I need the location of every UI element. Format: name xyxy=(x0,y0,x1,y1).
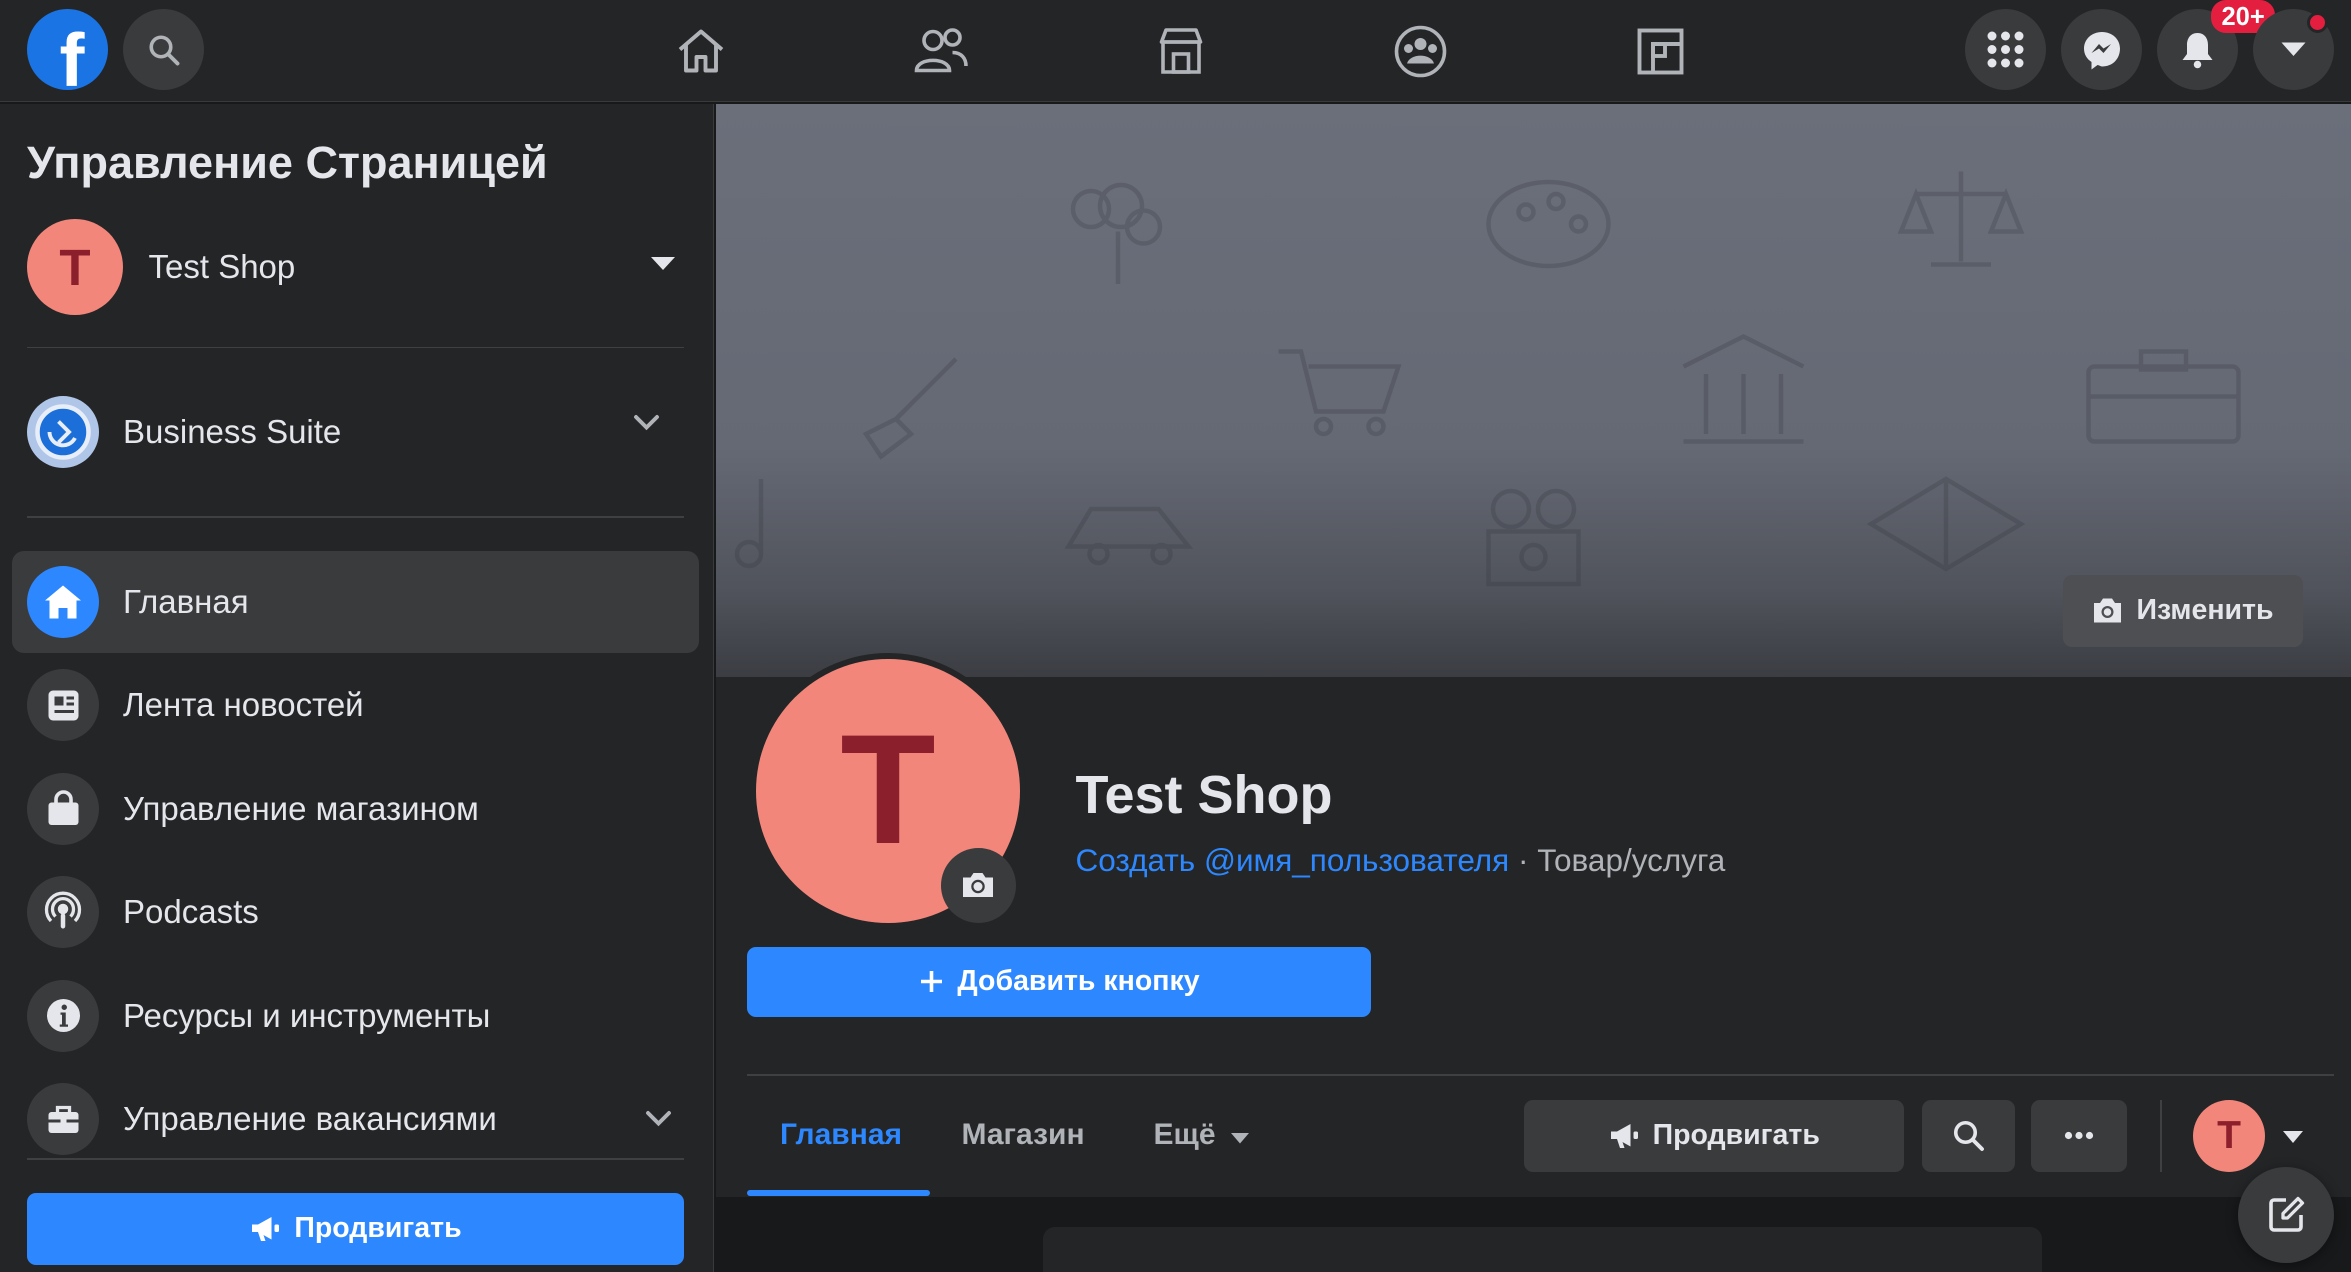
account-alert-dot xyxy=(2307,12,2328,33)
page-category: Товар/услуга xyxy=(1537,841,1726,878)
camera-icon xyxy=(963,873,993,897)
home-icon xyxy=(27,565,99,638)
news-feed-icon xyxy=(27,669,99,741)
sidebar-item-label: Главная xyxy=(123,582,249,620)
info-icon xyxy=(27,979,99,1052)
acting-as-avatar[interactable]: T xyxy=(2193,1099,2265,1172)
sidebar-item-label: Podcasts xyxy=(123,893,259,930)
sidebar-promote-label: Продвигать xyxy=(294,1212,462,1244)
home-icon xyxy=(678,29,723,73)
business-suite-label: Business Suite xyxy=(123,413,342,450)
sidebar-divider xyxy=(27,516,684,518)
tab-label: Ещё xyxy=(1153,1117,1216,1151)
shopping-bag-icon xyxy=(27,772,99,845)
nav-friends[interactable] xyxy=(908,18,974,84)
page-main-area: Изменить T Test Shop Создать @имя_пользо… xyxy=(715,103,2351,1272)
search-page-button[interactable] xyxy=(1921,1099,2015,1172)
search-icon xyxy=(1953,1120,1984,1151)
page-switcher[interactable]: T Test Shop xyxy=(27,218,687,317)
sidebar-item-home[interactable]: Главная xyxy=(12,550,699,653)
sidebar-item-shop[interactable]: Управление магазином xyxy=(12,758,699,860)
sidebar-item-news-feed[interactable]: Лента новостей xyxy=(12,654,699,756)
menu-button[interactable] xyxy=(1965,9,2046,90)
sidebar-item-resources[interactable]: Ресурсы и инструменты xyxy=(12,965,699,1067)
groups-icon xyxy=(1394,25,1447,77)
toolbar-separator xyxy=(2160,1099,2162,1172)
tab-label: Главная xyxy=(780,1117,903,1151)
business-suite-item[interactable]: Business Suite xyxy=(27,393,687,471)
page-avatar: T xyxy=(27,219,123,315)
facebook-logo[interactable]: f xyxy=(27,9,108,90)
chevron-down-icon xyxy=(646,1111,671,1127)
sidebar-promote-button[interactable]: Продвигать xyxy=(27,1192,684,1265)
subtitle-separator: · xyxy=(1509,841,1538,878)
sidebar-divider xyxy=(27,346,684,348)
podcast-icon xyxy=(27,876,99,948)
chevron-down-icon xyxy=(634,415,659,431)
sidebar-title: Управление Страницей xyxy=(27,136,548,188)
caret-down-icon xyxy=(1230,1132,1249,1143)
sidebar-item-label: Ресурсы и инструменты xyxy=(123,996,491,1034)
promote-label: Продвигать xyxy=(1652,1119,1820,1151)
top-navigation-bar: f 20+ xyxy=(0,0,2351,102)
create-username-link[interactable]: Создать @имя_пользователя xyxy=(1076,842,1510,878)
plus-icon xyxy=(921,971,943,993)
caret-down-icon[interactable] xyxy=(2283,1131,2303,1143)
add-button-label: Добавить кнопку xyxy=(957,965,1200,998)
caret-down-icon xyxy=(651,256,675,270)
active-tab-indicator xyxy=(747,1189,930,1196)
add-button-button[interactable]: Добавить кнопку xyxy=(747,946,1371,1017)
page-subtitle: Создать @имя_пользователя · Товар/услуга xyxy=(1076,842,1726,879)
compose-message-button[interactable] xyxy=(2238,1167,2334,1263)
more-options-button[interactable] xyxy=(2031,1099,2127,1172)
promote-button[interactable]: Продвигать xyxy=(1524,1099,1904,1172)
messenger-icon xyxy=(2083,31,2120,69)
search-icon xyxy=(148,34,179,65)
nav-home[interactable] xyxy=(668,18,734,84)
sidebar-item-label: Управление магазином xyxy=(123,789,479,827)
megaphone-icon xyxy=(1610,1123,1638,1148)
sidebar-item-jobs[interactable]: Управление вакансиями xyxy=(12,1068,699,1170)
feed-card xyxy=(1042,1227,2042,1272)
search-button[interactable] xyxy=(123,9,204,90)
messenger-button[interactable] xyxy=(2061,9,2142,90)
briefcase-icon xyxy=(27,1083,99,1155)
sidebar-item-label: Управление вакансиями xyxy=(123,1100,497,1137)
gaming-icon xyxy=(1637,28,1684,74)
more-dots-icon xyxy=(2064,1131,2094,1140)
page-switcher-name: Test Shop xyxy=(148,248,296,285)
nav-groups[interactable] xyxy=(1388,18,1454,84)
camera-icon xyxy=(2094,598,2122,623)
tab-more[interactable]: Ещё xyxy=(1154,1100,1249,1190)
megaphone-icon xyxy=(252,1216,280,1241)
tab-home[interactable]: Главная xyxy=(780,1100,902,1190)
sidebar-divider xyxy=(27,1158,684,1160)
page-management-sidebar: Управление Страницей T Test Shop Busines… xyxy=(0,103,714,1272)
nav-marketplace[interactable] xyxy=(1148,18,1214,84)
notifications-icon xyxy=(2182,33,2213,69)
tab-shop[interactable]: Магазин xyxy=(962,1100,1085,1190)
sidebar-item-label: Лента новостей xyxy=(123,686,364,723)
account-caret-icon xyxy=(2281,42,2306,56)
update-profile-picture-button[interactable] xyxy=(940,847,1016,923)
compose-icon xyxy=(2269,1196,2305,1232)
sidebar-item-podcasts[interactable]: Podcasts xyxy=(12,861,699,963)
edit-cover-label: Изменить xyxy=(2136,594,2274,626)
edit-cover-button[interactable]: Изменить xyxy=(2062,574,2303,647)
tab-label: Магазин xyxy=(961,1117,1085,1151)
menu-grid-icon xyxy=(1987,31,2024,68)
nav-gaming[interactable] xyxy=(1628,18,1694,84)
friends-icon xyxy=(914,28,968,73)
business-suite-icon xyxy=(27,396,99,468)
page-title: Test Shop xyxy=(1075,764,1333,825)
tabs-divider xyxy=(747,1074,2334,1076)
cover-photo: Изменить xyxy=(715,103,2351,677)
marketplace-icon xyxy=(1159,28,1202,74)
